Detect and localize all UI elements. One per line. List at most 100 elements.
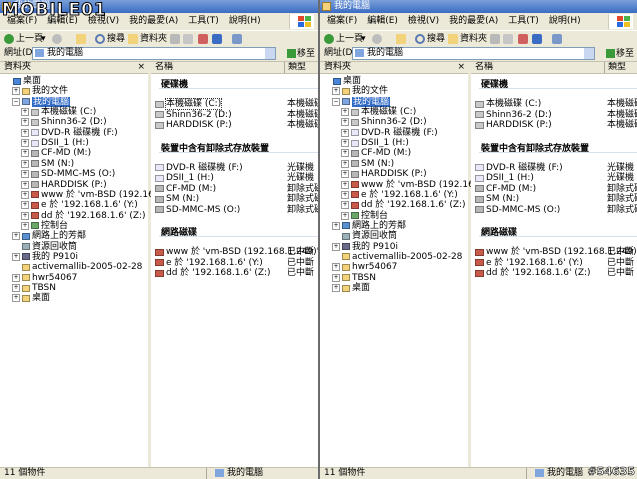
column-name[interactable]: 名稱 xyxy=(475,62,493,73)
undo-button[interactable] xyxy=(212,32,224,46)
tree-item[interactable]: + 我的 P910i xyxy=(332,242,398,252)
menu-item-5[interactable]: 說明(H) xyxy=(549,16,581,26)
tree-item[interactable]: + SM (N:) xyxy=(21,159,74,169)
tree-item[interactable]: + DVD-R 磁碟機 (F:) xyxy=(21,128,118,138)
tree-item[interactable]: + DSII_1 (H:) xyxy=(21,138,89,148)
tree-expander-icon[interactable]: + xyxy=(341,190,349,199)
tree-item[interactable]: 桌面 xyxy=(323,76,361,86)
tree-item[interactable]: + dd 於 '192.168.1.6' (Z:) xyxy=(21,211,146,221)
forward-button[interactable] xyxy=(52,32,64,46)
tree-item[interactable]: + Shinn36-2 (D:) xyxy=(341,117,427,127)
tree-item[interactable]: + 本機磁碟 (C:) xyxy=(341,107,416,117)
undo-button[interactable] xyxy=(532,32,544,46)
tree-expander-icon[interactable]: + xyxy=(12,87,20,96)
tree-expander-icon[interactable]: + xyxy=(341,139,349,148)
tree-item[interactable]: − 我的電腦 xyxy=(12,96,71,107)
menu-item-4[interactable]: 工具(T) xyxy=(508,16,539,26)
address-dropdown-icon[interactable] xyxy=(584,48,594,59)
tree-expander-icon[interactable]: + xyxy=(21,201,29,210)
address-dropdown-icon[interactable] xyxy=(265,48,275,59)
list-item[interactable]: Shinn36-2 (D:) 本機磁碟 xyxy=(475,110,637,120)
tree-expander-icon[interactable]: + xyxy=(341,211,349,220)
tree-expander-icon[interactable]: + xyxy=(332,263,340,272)
list-item[interactable]: HARDDISK (P:) 本機磁碟 xyxy=(475,120,637,130)
menu-item-2[interactable]: 檢視(V) xyxy=(408,16,439,26)
forward-button[interactable] xyxy=(372,32,384,46)
close-icon[interactable]: × xyxy=(457,62,465,73)
menu-item-1[interactable]: 編輯(E) xyxy=(367,16,398,26)
tree-item[interactable]: + DVD-R 磁碟機 (F:) xyxy=(341,128,438,138)
tree-expander-icon[interactable]: + xyxy=(21,108,29,117)
tree-item[interactable]: + e 於 '192.168.1.6' (Y:) xyxy=(21,200,138,210)
tree-item[interactable]: + CF-MD (M:) xyxy=(341,148,411,158)
tree-item[interactable]: + HARDDISK (P:) xyxy=(21,180,107,190)
folders-button[interactable]: 資料夾 xyxy=(128,32,167,46)
column-name[interactable]: 名稱 xyxy=(155,62,173,73)
move-to-button[interactable] xyxy=(170,32,182,46)
column-type[interactable]: 類型 xyxy=(288,62,306,73)
tree-item[interactable]: activemallib-2005-02-28 xyxy=(12,262,142,272)
list-item[interactable]: DSII_1 (H:) 光碟機 xyxy=(475,173,637,183)
list-item[interactable]: dd 於 '192.168.1.6' (Z:) 已中斷 xyxy=(155,268,318,278)
tree-expander-icon[interactable]: − xyxy=(12,97,20,106)
tree-expander-icon[interactable]: + xyxy=(341,149,349,158)
move-to-button[interactable] xyxy=(490,32,502,46)
list-item[interactable]: e 於 '192.168.1.6' (Y:) 已中斷 xyxy=(155,258,318,268)
menu-item-3[interactable]: 我的最愛(A) xyxy=(449,16,498,26)
back-button[interactable]: 上一頁 xyxy=(4,32,43,46)
tree-expander-icon[interactable]: + xyxy=(332,87,340,96)
tree-item[interactable]: + DSII_1 (H:) xyxy=(341,138,409,148)
tree-expander-icon[interactable]: + xyxy=(341,159,349,168)
tree-item[interactable]: activemallib-2005-02-28 xyxy=(332,252,462,262)
back-dropdown-icon[interactable]: ▾ xyxy=(361,32,366,46)
tree-item[interactable]: + 我的文件 xyxy=(12,86,68,96)
go-button[interactable]: 移至 xyxy=(605,47,634,62)
tree-expander-icon[interactable]: + xyxy=(341,108,349,117)
delete-button[interactable] xyxy=(198,32,210,46)
up-folder-button[interactable] xyxy=(396,32,408,46)
up-folder-button[interactable] xyxy=(76,32,88,46)
tree-expander-icon[interactable]: + xyxy=(332,284,340,292)
tree-item[interactable]: + 網路上的芳鄰 xyxy=(12,231,86,241)
tree-expander-icon[interactable]: + xyxy=(12,284,20,292)
tree-expander-icon[interactable]: + xyxy=(341,118,349,127)
title-bar[interactable]: 我的電腦 xyxy=(320,0,637,13)
tree-expander-icon[interactable]: + xyxy=(21,159,29,168)
tree-item[interactable]: + TBSN xyxy=(332,273,376,283)
tree-expander-icon[interactable]: + xyxy=(12,294,20,303)
address-input[interactable]: 我的電腦 xyxy=(352,47,595,60)
list-item[interactable]: 本機磁碟 (C:) 本機磁碟 xyxy=(155,98,318,110)
list-item[interactable]: CF-MD (M:) 卸除式磁 xyxy=(475,184,637,194)
list-item[interactable]: DVD-R 磁碟機 (F:) 光碟機 xyxy=(155,163,318,173)
close-icon[interactable]: × xyxy=(137,62,145,73)
tree-expander-icon[interactable]: + xyxy=(341,201,349,210)
tree-item[interactable]: + 桌面 xyxy=(332,283,370,293)
copy-to-button[interactable] xyxy=(183,32,195,46)
tree-expander-icon[interactable]: + xyxy=(12,273,20,282)
tree-item[interactable]: 資源回收筒 xyxy=(12,242,77,252)
list-item[interactable]: SD-MMC-MS (O:) 卸除式磁 xyxy=(155,205,318,215)
tree-item[interactable]: + hwr54067 xyxy=(12,273,77,283)
tree-item[interactable]: + 控制台 xyxy=(341,211,388,221)
column-separator[interactable] xyxy=(604,62,605,73)
tree-item[interactable]: + hwr54067 xyxy=(332,262,397,272)
tree-expander-icon[interactable]: + xyxy=(21,180,29,189)
tree-item[interactable]: + CF-MD (M:) xyxy=(21,148,91,158)
search-button[interactable]: 搜尋 xyxy=(415,32,445,46)
copy-to-button[interactable] xyxy=(503,32,515,46)
list-item[interactable]: www 於 'vm-BSD (192.168.1.249)' (X:)已中斷 xyxy=(475,247,637,257)
tree-expander-icon[interactable]: + xyxy=(21,190,29,199)
tree-expander-icon[interactable]: + xyxy=(341,170,349,179)
tree-item[interactable]: + Shinn36-2 (D:) xyxy=(21,117,107,127)
tree-expander-icon[interactable]: + xyxy=(21,170,29,179)
list-item[interactable]: www 於 'vm-BSD (192.168.1.249)' (X:)已中斷 xyxy=(155,247,318,257)
address-input[interactable]: 我的電腦 xyxy=(32,47,276,60)
tree-item[interactable]: + 我的文件 xyxy=(332,86,388,96)
back-button[interactable]: 上一頁 xyxy=(324,32,363,46)
tree-expander-icon[interactable]: + xyxy=(341,128,349,137)
tree-expander-icon[interactable]: + xyxy=(332,242,340,251)
menu-item-3[interactable]: 我的最愛(A) xyxy=(129,16,178,26)
tree-expander-icon[interactable]: + xyxy=(12,232,20,241)
menu-item-4[interactable]: 工具(T) xyxy=(188,16,219,26)
views-button[interactable] xyxy=(552,32,564,46)
